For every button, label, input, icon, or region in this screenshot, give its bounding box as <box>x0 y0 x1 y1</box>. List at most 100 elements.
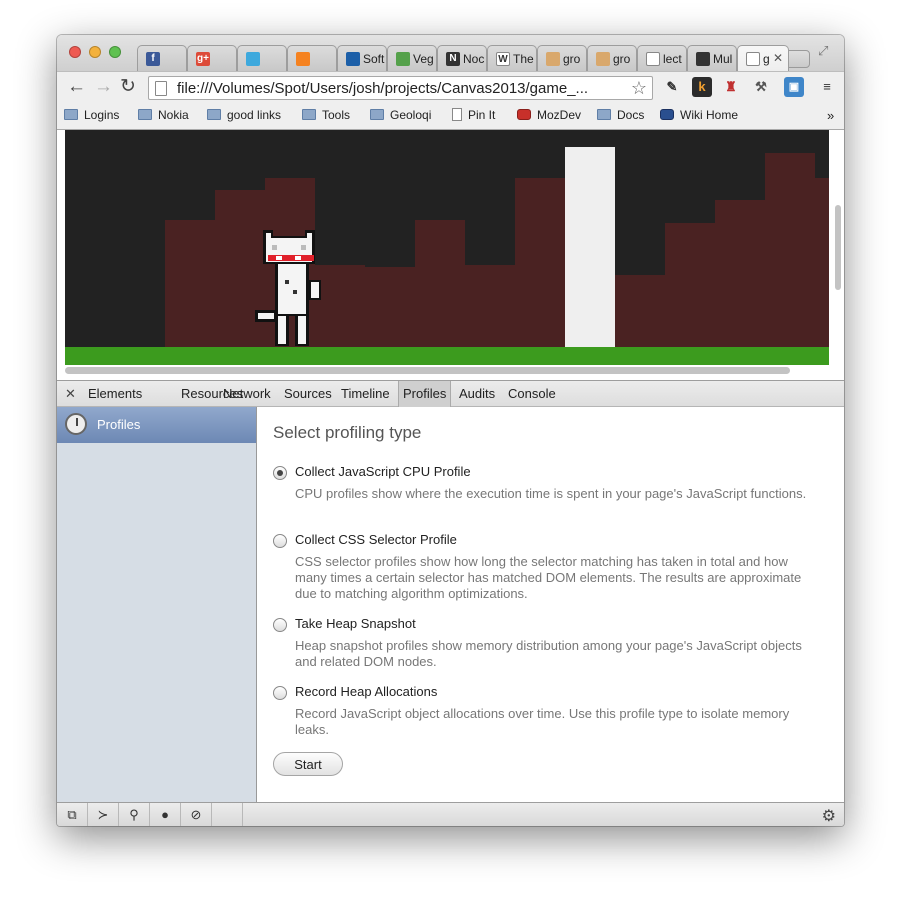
bookmark-label: Wiki Home <box>680 108 739 122</box>
url-text[interactable]: file:///Volumes/Spot/Users/josh/projects… <box>177 80 617 97</box>
folder-icon <box>302 109 316 120</box>
menu-icon[interactable]: ≡ <box>817 77 837 97</box>
dino-icon <box>517 109 531 120</box>
sidebar-item-profiles[interactable]: Profiles <box>57 407 256 443</box>
window-close-button[interactable] <box>69 46 81 58</box>
settings-gear-icon[interactable]: ⚙ <box>822 806 836 826</box>
dock-icon[interactable]: ⧉ <box>57 803 88 826</box>
chrome-icon <box>396 52 410 66</box>
bookmark-item[interactable]: Nokia <box>138 108 189 122</box>
browser-tab[interactable]: Veg <box>387 45 437 71</box>
browser-tab[interactable]: g+ <box>187 45 237 71</box>
bookmark-item[interactable]: good links <box>207 108 281 122</box>
n-icon: N <box>446 52 460 66</box>
forward-icon[interactable]: → <box>94 77 113 97</box>
pencil-icon <box>546 52 560 66</box>
start-button[interactable]: Start <box>273 752 343 776</box>
folder-icon <box>370 109 384 120</box>
profile-type-radio[interactable] <box>273 618 287 632</box>
browser-tab[interactable]: N Noc <box>437 45 487 71</box>
bookmark-label: Docs <box>617 108 645 122</box>
fullscreen-icon[interactable]: ⤢ <box>818 43 828 59</box>
bookmark-item[interactable]: Tools <box>302 108 350 122</box>
record-icon[interactable]: ● <box>150 803 181 826</box>
tab-title: lect <box>663 52 682 66</box>
bookmark-item[interactable]: Docs <box>597 108 644 122</box>
browser-tab[interactable]: g ✕ <box>737 45 789 71</box>
tab-title: The <box>513 52 534 66</box>
grid-icon <box>696 52 710 66</box>
more-bookmarks-icon[interactable]: » <box>827 108 834 123</box>
power-icon <box>346 52 360 66</box>
tab-timeline[interactable]: Timeline <box>341 381 390 407</box>
profile-type-label[interactable]: Collect CSS Selector Profile <box>295 532 457 547</box>
browser-tab[interactable]: Soft <box>337 45 387 71</box>
extension-picture-icon[interactable]: ▣ <box>784 77 804 97</box>
extension-sofa-icon[interactable]: ♜ <box>721 77 741 97</box>
tab-profiles[interactable]: Profiles <box>398 381 452 407</box>
white-pillar <box>565 147 615 347</box>
google-plus-icon: g+ <box>196 52 210 66</box>
tab-sources[interactable]: Sources <box>284 381 332 407</box>
wiki-icon <box>660 109 674 120</box>
browser-tab[interactable] <box>287 45 337 71</box>
clear-icon[interactable]: ⊘ <box>181 803 212 826</box>
horizontal-scrollbar[interactable] <box>65 367 790 374</box>
address-bar[interactable]: file:///Volumes/Spot/Users/josh/projects… <box>148 76 653 100</box>
twitter-icon <box>246 52 260 66</box>
extension-k-icon[interactable]: k <box>692 77 712 97</box>
tab-title: Veg <box>413 52 434 66</box>
browser-tab[interactable]: lect <box>637 45 687 71</box>
folder-icon <box>138 109 152 120</box>
bookmark-item[interactable]: Pin It <box>452 108 495 122</box>
browser-tab[interactable] <box>237 45 287 71</box>
window-zoom-button[interactable] <box>109 46 121 58</box>
tab-network[interactable]: Network <box>223 381 271 407</box>
window-minimize-button[interactable] <box>89 46 101 58</box>
browser-tab[interactable]: W The <box>487 45 537 71</box>
devtools-close-icon[interactable]: ✕ <box>65 386 76 402</box>
profile-type-radio[interactable] <box>273 466 287 480</box>
browser-tab[interactable]: gro <box>587 45 637 71</box>
tab-title: Mul <box>713 52 733 66</box>
search-icon[interactable]: ⚲ <box>119 803 150 826</box>
back-icon[interactable]: ← <box>67 77 86 97</box>
profile-type-description: CSS selector profiles show how long the … <box>295 554 802 601</box>
profile-type-label[interactable]: Collect JavaScript CPU Profile <box>295 464 471 479</box>
panel-title: Select profiling type <box>273 423 422 442</box>
extension-feather-icon[interactable]: ✎ <box>662 77 682 97</box>
profile-type-label[interactable]: Record Heap Allocations <box>295 684 437 699</box>
reload-icon[interactable]: ↻ <box>120 77 136 97</box>
tab-console[interactable]: Console <box>508 381 556 407</box>
bookmark-label: good links <box>227 108 282 122</box>
facebook-icon: f <box>146 52 160 66</box>
bookmark-item[interactable]: Wiki Home <box>660 108 738 122</box>
browser-toolbar: ← → ↻ file:///Volumes/Spot/Users/josh/pr… <box>57 71 844 104</box>
browser-tab[interactable]: f <box>137 45 187 71</box>
bookmark-item[interactable]: MozDev <box>517 108 581 122</box>
wrench-icon[interactable]: ⚒ <box>751 77 771 97</box>
browser-tab[interactable]: gro <box>537 45 587 71</box>
browser-tab[interactable]: Mul <box>687 45 737 71</box>
folder-icon <box>207 109 221 120</box>
page-icon <box>646 52 660 66</box>
bookmark-star-icon[interactable]: ☆ <box>631 78 647 99</box>
tab-elements[interactable]: Elements <box>88 381 142 407</box>
tab-title: Soft <box>363 52 385 66</box>
folder-icon <box>64 109 78 120</box>
bookmark-item[interactable]: Geoloqi <box>370 108 431 122</box>
tab-close-icon[interactable]: ✕ <box>773 51 783 65</box>
game-canvas[interactable] <box>65 130 829 365</box>
profile-type-radio[interactable] <box>273 534 287 548</box>
profiles-panel: Select profiling type Collect JavaScript… <box>257 407 844 802</box>
grass-ground <box>65 347 829 365</box>
profile-type-label[interactable]: Take Heap Snapshot <box>295 616 416 631</box>
pencil-icon <box>596 52 610 66</box>
profile-type-radio[interactable] <box>273 686 287 700</box>
console-drawer-icon[interactable]: ≻ <box>88 803 119 826</box>
tab-audits[interactable]: Audits <box>459 381 495 407</box>
profile-type-description: Record JavaScript object allocations ove… <box>295 706 790 737</box>
bookmark-item[interactable]: Logins <box>64 108 119 122</box>
folder-icon <box>597 109 611 120</box>
vertical-scrollbar[interactable] <box>835 205 841 290</box>
